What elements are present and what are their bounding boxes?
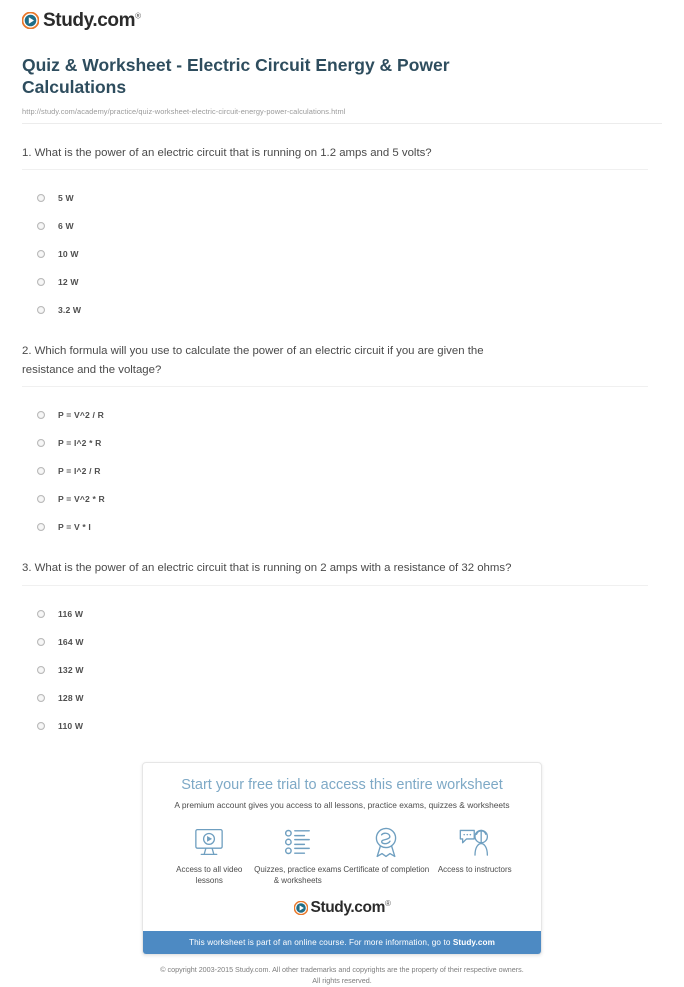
header-divider — [22, 122, 662, 124]
checklist-icon — [254, 825, 343, 859]
option-label: 12 W — [58, 277, 79, 288]
option-row[interactable]: 164 W — [22, 628, 662, 656]
option-label: 128 W — [58, 692, 84, 703]
promo-course-bar: This worksheet is part of an online cour… — [143, 931, 541, 955]
option-label: 132 W — [58, 664, 84, 675]
option-row[interactable]: P = V^2 / R — [22, 401, 662, 429]
brand-trademark: ® — [384, 898, 391, 908]
brand-trademark: ® — [135, 11, 141, 21]
option-row[interactable]: 12 W — [22, 268, 662, 296]
promo-subhead: A premium account gives you access to al… — [174, 800, 510, 811]
monitor-play-icon — [165, 825, 254, 859]
brand-name-text: Study.com — [310, 898, 386, 916]
promo-card: Start your free trial to access this ent… — [142, 761, 542, 956]
option-row[interactable]: 132 W — [22, 656, 662, 684]
brand-wordmark: Study.com® — [310, 898, 391, 916]
question-block-2: 2. Which formula will you use to calcula… — [22, 342, 662, 541]
page-header: Study.com® — [0, 0, 684, 32]
option-label: 3.2 W — [58, 305, 82, 316]
radio-button-icon[interactable] — [37, 693, 45, 702]
promo-inner: Start your free trial to access this ent… — [143, 763, 541, 932]
option-row[interactable]: 3.2 W — [22, 296, 662, 324]
benefit-item-video-lessons: Access to all video lessons — [165, 825, 254, 887]
radio-button-icon[interactable] — [37, 637, 45, 646]
options-list-1: 5 W 6 W 10 W 12 W 3.2 W — [22, 170, 662, 324]
option-label: 110 W — [58, 720, 84, 731]
copyright-line-1: © copyright 2003-2015 Study.com. All oth… — [160, 965, 524, 975]
benefit-label: Certificate of completion — [343, 864, 430, 874]
question-block-1: 1. What is the power of an electric circ… — [22, 144, 662, 324]
radio-button-icon[interactable] — [37, 278, 45, 287]
quiz-body: 1. What is the power of an electric circ… — [0, 144, 684, 740]
option-row[interactable]: 128 W — [22, 684, 662, 712]
option-row[interactable]: 5 W — [22, 184, 662, 212]
title-block: Quiz & Worksheet - Electric Circuit Ener… — [0, 54, 684, 116]
benefit-label: Quizzes, practice exams & worksheets — [254, 864, 342, 886]
award-ribbon-icon — [342, 825, 431, 859]
promo-wrap: Start your free trial to access this ent… — [0, 761, 684, 956]
radio-button-icon[interactable] — [37, 609, 45, 618]
question-text-1: 1. What is the power of an electric circ… — [22, 146, 432, 159]
option-row[interactable]: 110 W — [22, 712, 662, 740]
page-url: http://study.com/academy/practice/quiz-w… — [22, 106, 346, 116]
option-row[interactable]: P = V * I — [22, 513, 662, 541]
option-label: P = V * I — [58, 522, 91, 533]
radio-button-icon[interactable] — [37, 194, 45, 203]
promo-brand-logo[interactable]: Study.com® — [157, 898, 527, 916]
benefit-label: Access to all video lessons — [176, 864, 243, 886]
option-label: 6 W — [58, 221, 74, 232]
brand-name-text: Study.com — [43, 9, 136, 31]
radio-button-icon[interactable] — [37, 523, 45, 532]
option-label: P = I^2 / R — [58, 466, 101, 477]
option-label: P = V^2 / R — [58, 410, 104, 421]
copyright-line-2: All rights reserved. — [312, 976, 372, 986]
radio-button-icon[interactable] — [37, 439, 45, 448]
options-list-2: P = V^2 / R P = I^2 * R P = I^2 / R P = … — [22, 387, 662, 541]
promo-bar-text: This worksheet is part of an online cour… — [188, 938, 453, 948]
option-row[interactable]: P = I^2 * R — [22, 429, 662, 457]
option-row[interactable]: P = V^2 * R — [22, 485, 662, 513]
promo-bar-link[interactable]: Study.com — [453, 938, 495, 947]
benefit-label: Access to instructors — [437, 864, 512, 874]
radio-button-icon[interactable] — [37, 250, 45, 259]
play-circle-icon — [21, 11, 40, 29]
option-row[interactable]: 6 W — [22, 212, 662, 240]
option-label: 5 W — [58, 193, 74, 204]
option-label: 164 W — [58, 636, 84, 647]
benefits-list: Access to all video lessons Quizzes, pra… — [165, 825, 519, 887]
options-list-3: 116 W 164 W 132 W 128 W 110 W — [22, 586, 662, 740]
radio-button-icon[interactable] — [37, 222, 45, 231]
option-row[interactable]: 116 W — [22, 600, 662, 628]
page-title: Quiz & Worksheet - Electric Circuit Ener… — [22, 55, 450, 98]
brand-logo[interactable]: Study.com® — [21, 8, 684, 32]
radio-button-icon[interactable] — [37, 467, 45, 476]
option-label: 10 W — [58, 249, 79, 260]
radio-button-icon[interactable] — [37, 665, 45, 674]
benefit-item-certificate: Certificate of completion — [342, 825, 431, 887]
option-label: 116 W — [58, 608, 84, 619]
promo-headline: Start your free trial to access this ent… — [181, 776, 503, 793]
option-label: P = V^2 * R — [58, 494, 105, 505]
instructor-chat-icon — [431, 825, 520, 859]
brand-wordmark: Study.com® — [43, 11, 141, 30]
benefit-item-instructors: Access to instructors — [431, 825, 520, 887]
radio-button-icon[interactable] — [37, 495, 45, 504]
option-row[interactable]: P = I^2 / R — [22, 457, 662, 485]
question-text-3: 3. What is the power of an electric circ… — [22, 562, 512, 575]
question-block-3: 3. What is the power of an electric circ… — [22, 559, 662, 739]
benefit-item-quizzes: Quizzes, practice exams & worksheets — [254, 825, 343, 887]
play-circle-icon — [293, 900, 308, 915]
question-text-2: 2. Which formula will you use to calcula… — [22, 345, 484, 376]
option-row[interactable]: 10 W — [22, 240, 662, 268]
radio-button-icon[interactable] — [37, 721, 45, 730]
radio-button-icon[interactable] — [37, 411, 45, 420]
radio-button-icon[interactable] — [37, 306, 45, 315]
option-label: P = I^2 * R — [58, 438, 102, 449]
page-footer: © copyright 2003-2015 Study.com. All oth… — [0, 965, 684, 987]
